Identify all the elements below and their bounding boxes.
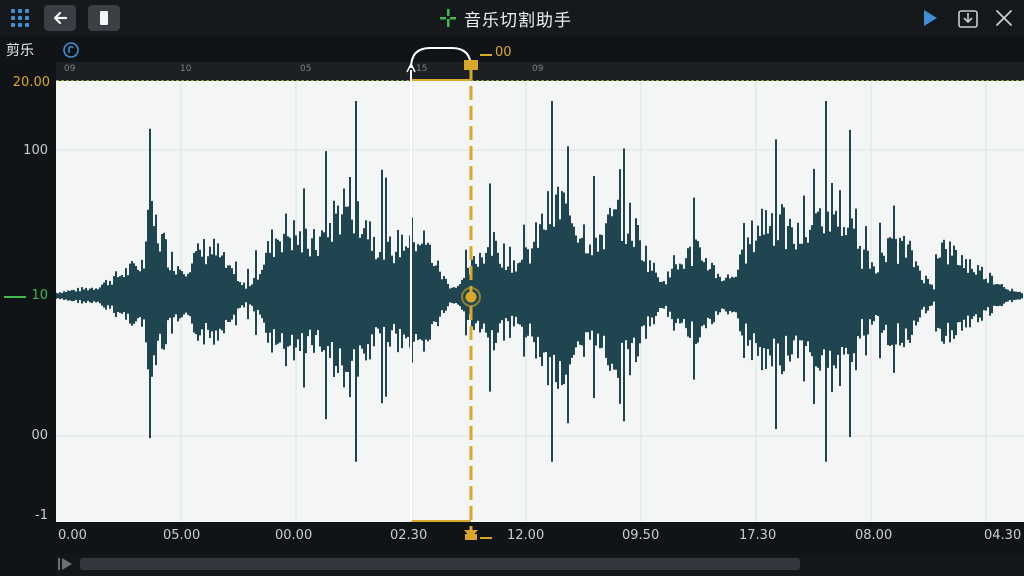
ruler-label: 09 <box>64 64 76 74</box>
x-axis-label: 04.30 <box>984 528 1022 543</box>
x-axis-label: 12.00 <box>507 528 545 543</box>
toolbar <box>0 36 1024 62</box>
x-axis-label: 17.30 <box>739 528 777 543</box>
scissors-cross-icon <box>440 9 456 27</box>
waveform-bars <box>56 101 1023 462</box>
circle-info-icon[interactable] <box>62 41 80 59</box>
x-axis-label: 00.00 <box>275 528 313 543</box>
ruler-label: 09 <box>532 64 544 74</box>
y-axis-label: 20.00 <box>12 75 50 90</box>
scroll-play-icon[interactable] <box>58 557 74 571</box>
y-axis-label: 10 <box>31 288 48 303</box>
x-axis-label: 08.00 <box>855 528 893 543</box>
close-icon[interactable] <box>993 7 1015 29</box>
x-axis-label: 0.00 <box>58 528 87 543</box>
ruler-label: 10 <box>180 64 192 74</box>
ruler-label: 05 <box>300 64 312 74</box>
marker-dash <box>480 54 492 56</box>
waveform[interactable] <box>56 80 1024 522</box>
marker-dash <box>480 537 492 539</box>
grid-icon[interactable] <box>10 8 30 28</box>
arrow-left-icon <box>53 12 67 24</box>
panel-button[interactable] <box>88 5 120 31</box>
ruler-label: 15 <box>416 64 428 74</box>
x-axis-label: 05.00 <box>163 528 201 543</box>
x-axis-label: 02.30 <box>390 528 428 543</box>
y-axis-label: 00 <box>31 428 48 443</box>
square-icon <box>100 11 108 25</box>
export-icon[interactable] <box>957 7 979 29</box>
play-icon[interactable] <box>920 8 940 28</box>
playhead-marker-label: 00 <box>495 45 512 60</box>
toolbar-label: 剪乐 <box>6 43 34 59</box>
y-axis-label: 100 <box>23 143 48 158</box>
window-title-text: 音乐切割助手 <box>464 10 572 31</box>
x-axis-label: 09.50 <box>622 528 660 543</box>
back-button[interactable] <box>44 5 76 31</box>
y-axis-label: -1 <box>35 508 48 523</box>
window-title: 音乐切割助手 <box>440 6 572 31</box>
scrollbar-thumb[interactable] <box>80 558 800 570</box>
